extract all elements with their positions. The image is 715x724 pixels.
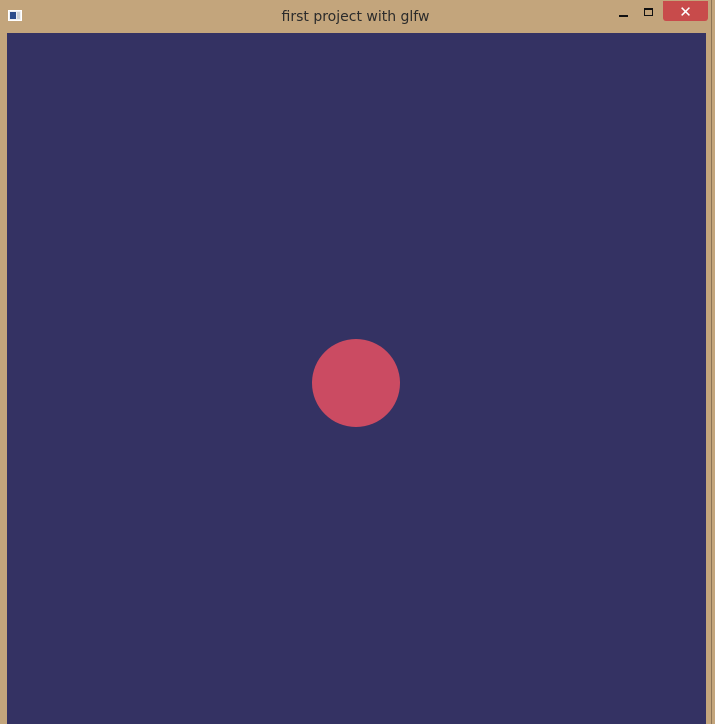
- opengl-canvas[interactable]: [7, 33, 706, 724]
- maximize-button[interactable]: [636, 1, 662, 21]
- close-button[interactable]: ✕: [663, 1, 708, 21]
- app-window: first project with glfw ✕: [0, 0, 712, 724]
- minimize-icon: [619, 15, 628, 17]
- close-icon: ✕: [679, 3, 692, 21]
- maximize-icon: [644, 8, 653, 16]
- red-circle: [312, 339, 400, 427]
- title-bar[interactable]: first project with glfw ✕: [0, 0, 711, 32]
- window-title: first project with glfw: [281, 9, 430, 25]
- minimize-button[interactable]: [610, 1, 636, 21]
